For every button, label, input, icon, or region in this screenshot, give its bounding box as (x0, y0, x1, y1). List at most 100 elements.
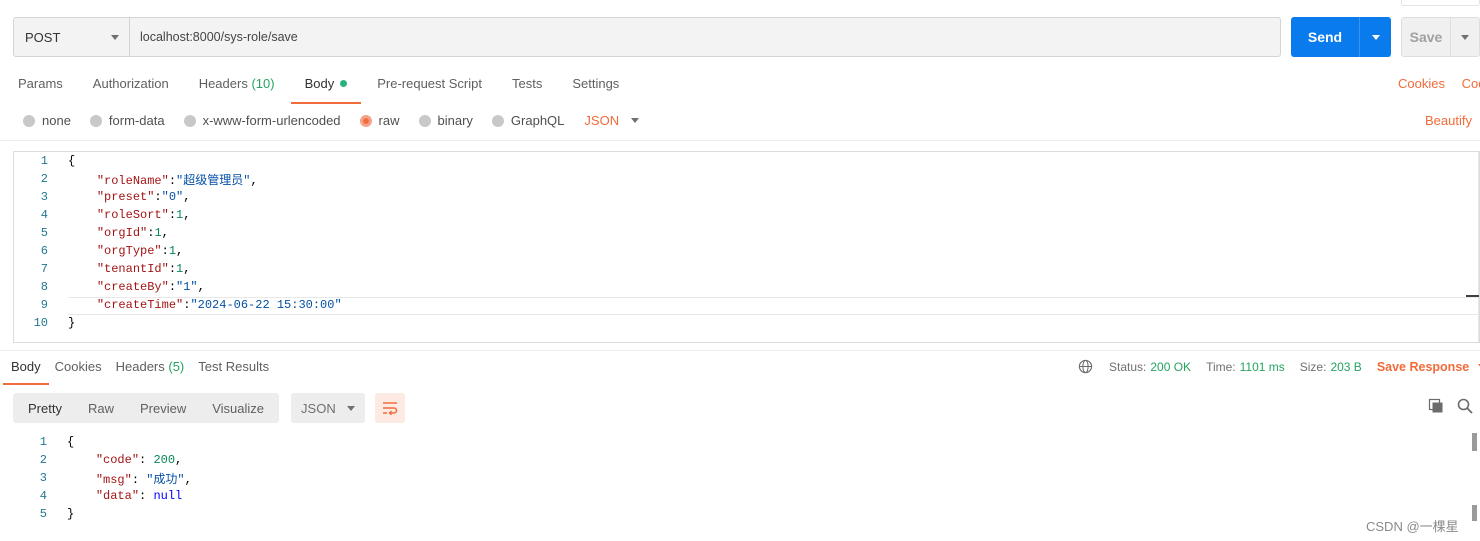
body-type-radios: none form-data x-www-form-urlencoded raw… (23, 113, 640, 128)
radio-circle-selected (359, 114, 372, 127)
right-links: Cookies Code (1398, 76, 1480, 91)
view-pretty-button[interactable]: Pretty (15, 393, 75, 423)
line-number: 2 (39, 453, 47, 467)
json-value: 1 (168, 244, 177, 258)
code-line: 1{ (14, 152, 1479, 170)
response-tabs: Body Cookies Headers (5) Test Results (3, 359, 283, 385)
divider (0, 140, 1480, 141)
request-body-editor[interactable]: 1{2 "roleName":"超级管理员", 3 "preset":"0", 4 … (13, 151, 1480, 343)
wrap-lines-button[interactable] (375, 393, 406, 423)
radio-label: form-data (108, 113, 165, 128)
method-select[interactable]: POST (14, 18, 130, 56)
code-text: "preset":"0", (96, 190, 191, 204)
line-number: 9 (40, 298, 48, 312)
tab-label: Authorization (92, 76, 169, 91)
response-status-bar: Status: 200 OK Time: 1101 ms Size: 203 B Sa… (1078, 359, 1480, 374)
chevron-down-icon (347, 405, 356, 411)
response-view-bar: Pretty Raw Preview Visualize JSON (13, 393, 406, 423)
copy-icon[interactable] (1428, 398, 1444, 414)
code-text: "msg": "成功", (95, 472, 192, 487)
view-raw-button[interactable]: Raw (75, 393, 127, 423)
format-label: JSON (301, 400, 336, 416)
radio-x-www-form-urlencoded[interactable]: x-www-form-urlencoded (183, 113, 341, 128)
response-tab-cookies[interactable]: Cookies (55, 359, 102, 381)
wrap-lines-icon (383, 402, 398, 415)
code-text: "tenantId":1, (96, 262, 191, 276)
radio-label: GraphQL (510, 113, 565, 128)
response-scrollbar-thumb[interactable] (1472, 505, 1477, 521)
chevron-down-icon (1461, 34, 1469, 40)
line-number: 8 (40, 280, 48, 294)
request-tabs: Params Authorization Headers (10) Body P… (18, 76, 649, 104)
code-text: } (68, 316, 76, 330)
json-key: "createBy" (96, 280, 169, 294)
radio-graphql[interactable]: GraphQL (491, 113, 565, 128)
response-body-viewer[interactable]: 1{2 "code": 200, 3 "msg": "成功", 4 "data": … (13, 433, 1480, 528)
tab-params[interactable]: Params (18, 76, 63, 100)
response-tab-headers[interactable]: Headers (5) (116, 359, 185, 381)
tab-count: (5) (168, 359, 185, 374)
radio-none[interactable]: none (23, 113, 71, 128)
code-link[interactable]: Code (1462, 76, 1480, 91)
tab-body[interactable]: Body (290, 76, 361, 104)
radio-form-data[interactable]: form-data (89, 113, 165, 128)
status-value: 200 OK (1150, 359, 1192, 374)
line-number: 4 (40, 208, 48, 222)
view-visualize-button[interactable]: Visualize (199, 393, 277, 423)
method-label: POST (25, 29, 61, 45)
code-text: { (68, 154, 76, 168)
radio-circle (491, 114, 504, 127)
response-tab-test-results[interactable]: Test Results (198, 359, 269, 381)
save-dropdown[interactable] (1450, 18, 1479, 56)
code-line: 7 "tenantId":1, (14, 260, 1479, 278)
view-preview-button[interactable]: Preview (127, 393, 199, 423)
beautify-link[interactable]: Beautify (1425, 113, 1472, 128)
code-line: 2 "roleName":"超级管理员", (14, 170, 1479, 188)
tab-authorization[interactable]: Authorization (93, 76, 169, 100)
json-value: "2024-06-22 15:30:00" (190, 298, 342, 312)
code-text: "roleSort":1, (96, 208, 191, 222)
search-icon[interactable] (1457, 398, 1473, 414)
response-format-select[interactable]: JSON (291, 393, 366, 423)
send-dropdown[interactable] (1359, 17, 1391, 57)
radio-circle (418, 114, 431, 127)
tab-label: Test Results (198, 359, 270, 374)
send-button[interactable]: Send (1291, 17, 1391, 57)
json-key: "orgId" (96, 226, 148, 240)
line-number: 2 (40, 172, 48, 186)
status-label: Status: (1109, 359, 1147, 374)
line-number: 6 (40, 244, 48, 258)
url-input[interactable]: localhost:8000/sys-role/save (130, 18, 1280, 56)
radio-raw[interactable]: raw (359, 113, 400, 128)
json-key: "orgType" (96, 244, 162, 258)
tab-label: Body (304, 76, 335, 91)
time-value: 1101 ms (1239, 359, 1285, 374)
line-number: 1 (40, 154, 48, 168)
json-key: "createTime" (96, 298, 184, 312)
json-key: "msg" (95, 472, 132, 487)
raw-format-select[interactable]: JSON (584, 113, 640, 128)
globe-icon[interactable] (1078, 359, 1093, 374)
view-mode-group: Pretty Raw Preview Visualize (13, 393, 280, 423)
save-response-button[interactable]: Save Response (1377, 360, 1480, 374)
cookies-link[interactable]: Cookies (1398, 76, 1445, 91)
tab-headers[interactable]: Headers (10) (199, 76, 275, 100)
response-tab-body[interactable]: Body (3, 359, 49, 385)
tab-tests[interactable]: Tests (512, 76, 542, 100)
code-line: 8 "createBy":"1", (14, 278, 1479, 296)
code-text: "createBy":"1", (96, 280, 205, 294)
tab-settings[interactable]: Settings (572, 76, 619, 100)
line-number: 10 (33, 316, 48, 330)
response-scrollbar-thumb[interactable] (1472, 433, 1477, 451)
save-button[interactable]: Save (1401, 17, 1480, 57)
json-value: 200 (153, 453, 176, 467)
radio-binary[interactable]: binary (418, 113, 473, 128)
code-text: "data": null (95, 489, 183, 503)
top-clipped-control (1401, 0, 1480, 6)
code-text: "createTime":"2024-06-22 15:30:00" (96, 298, 342, 312)
code-text: } (67, 507, 75, 521)
line-number: 3 (39, 471, 47, 485)
json-key: "data" (95, 489, 140, 503)
tab-pre-request-script[interactable]: Pre-request Script (377, 76, 482, 100)
save-response-label: Save Response (1376, 359, 1470, 374)
